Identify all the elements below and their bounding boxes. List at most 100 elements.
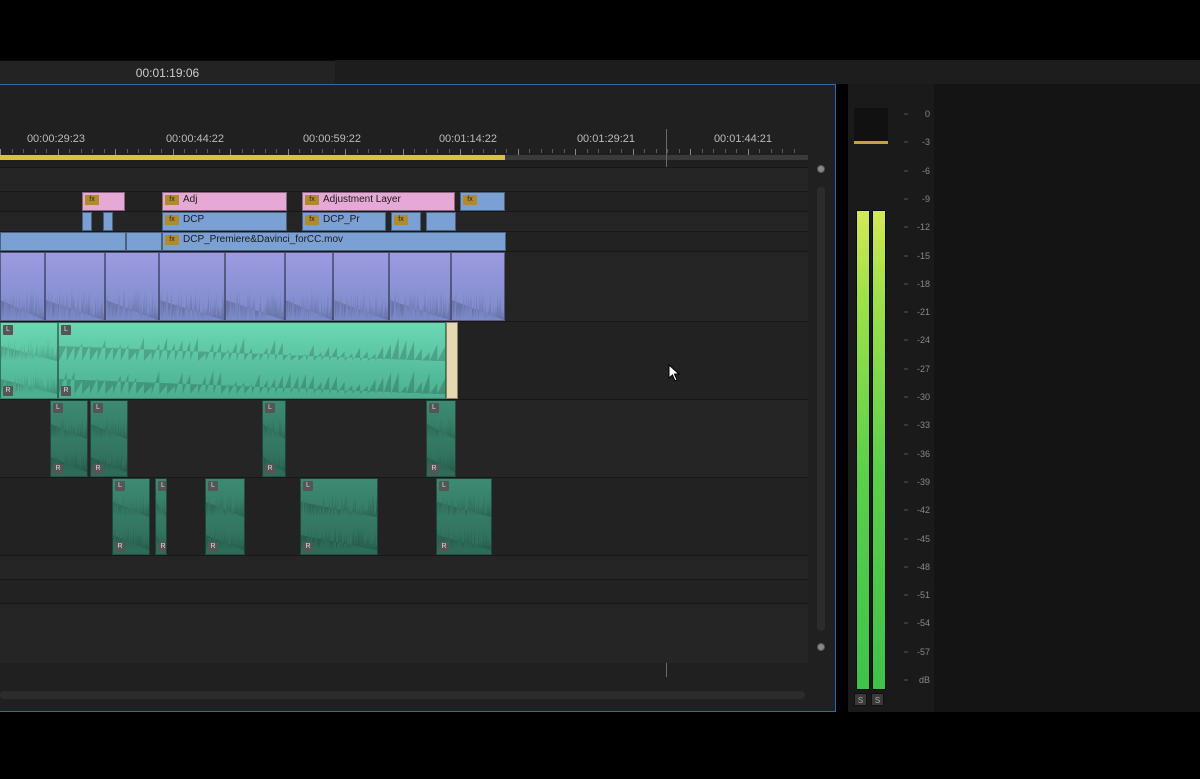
- video-clip[interactable]: [82, 212, 92, 231]
- meter-scale-label: -21: [917, 307, 930, 317]
- meter-scale-label: 0: [925, 109, 930, 119]
- audio-clip[interactable]: [333, 252, 389, 321]
- ruler-timecode: 00:01:44:21: [714, 133, 772, 145]
- track-a1[interactable]: [0, 251, 808, 321]
- track-a5[interactable]: [0, 555, 808, 579]
- track-empty[interactable]: [0, 603, 808, 663]
- channel-badge-right: R: [158, 542, 167, 552]
- channel-badge-left: L: [303, 481, 313, 491]
- audio-clip[interactable]: [105, 252, 159, 321]
- channel-badge-left: L: [3, 325, 13, 335]
- timeline-panel[interactable]: 00:00:29:2300:00:44:2200:00:59:2200:01:1…: [0, 84, 836, 712]
- work-area-bar[interactable]: [0, 155, 505, 160]
- meter-scale-label: -12: [917, 222, 930, 232]
- ruler-timecode: 00:01:29:21: [577, 133, 635, 145]
- channel-badge-left: L: [439, 481, 449, 491]
- channel-badge-right: R: [93, 464, 103, 474]
- audio-clip[interactable]: [0, 252, 45, 321]
- tracks-area[interactable]: fxfxAdjfxAdjustment Layerfx fxDCPfxDCP_P…: [0, 167, 808, 677]
- fx-badge-icon: fx: [305, 215, 319, 225]
- meter-scale-label: -6: [922, 166, 930, 176]
- track-v1[interactable]: fx DCP_Premiere&Davinci_forCC.mov: [0, 231, 808, 251]
- channel-badge-left: L: [265, 403, 275, 413]
- video-clip[interactable]: [126, 232, 162, 251]
- audio-clip[interactable]: LR: [155, 478, 167, 555]
- fx-badge-icon: fx: [165, 235, 179, 245]
- audio-clip[interactable]: LR: [205, 478, 245, 555]
- fx-badge-icon: fx: [394, 215, 408, 225]
- meter-scale-label: -3: [922, 137, 930, 147]
- channel-badge-left: L: [429, 403, 439, 413]
- clip-label: Adj: [183, 194, 197, 205]
- meter-scale-label: -42: [917, 505, 930, 515]
- video-clip[interactable]: fx: [391, 212, 421, 231]
- ruler-timecode: 00:00:44:22: [166, 133, 224, 145]
- audio-clip[interactable]: [159, 252, 225, 321]
- video-clip[interactable]: [0, 232, 126, 251]
- meter-scale-label: -15: [917, 251, 930, 261]
- audio-clip[interactable]: LR: [90, 400, 128, 477]
- scroll-track-v[interactable]: [817, 187, 825, 631]
- channel-badge-left: L: [61, 325, 71, 335]
- channel-badge-right: R: [439, 542, 449, 552]
- video-clip[interactable]: [426, 212, 456, 231]
- channel-badge-right: R: [208, 542, 218, 552]
- solo-button-left[interactable]: S: [854, 693, 867, 706]
- audio-clip[interactable]: [285, 252, 333, 321]
- audio-clip[interactable]: LR: [426, 400, 456, 477]
- clip-label: DCP_Pr: [323, 214, 360, 225]
- track-v3[interactable]: fxfxAdjfxAdjustment Layerfx: [0, 191, 808, 211]
- video-clip[interactable]: fx: [460, 192, 505, 211]
- vertical-scrollbar[interactable]: [817, 167, 825, 651]
- audio-clip[interactable]: [451, 252, 505, 321]
- solo-button-right[interactable]: S: [871, 693, 884, 706]
- video-clip[interactable]: fxAdjustment Layer: [302, 192, 455, 211]
- audio-clip[interactable]: LR: [50, 400, 88, 477]
- channel-badge-right: R: [115, 542, 125, 552]
- audio-clip[interactable]: LR: [300, 478, 378, 555]
- audio-clip[interactable]: [446, 322, 458, 399]
- video-clip[interactable]: fx DCP_Premiere&Davinci_forCC.mov: [162, 232, 506, 251]
- channel-badge-left: L: [158, 481, 167, 491]
- meter-scale-label: -9: [922, 194, 930, 204]
- meter-peak-indicator: [854, 141, 888, 144]
- track-a3[interactable]: LRLRLRLR: [0, 399, 808, 477]
- track-v2[interactable]: fxDCPfxDCP_Prfx: [0, 211, 808, 231]
- audio-clip[interactable]: LR: [436, 478, 492, 555]
- video-clip[interactable]: fx: [82, 192, 125, 211]
- meter-scale-label: -30: [917, 392, 930, 402]
- scroll-track-h[interactable]: [0, 691, 805, 699]
- video-clip[interactable]: fx Adj: [162, 192, 287, 211]
- meter-scale-label: -57: [917, 647, 930, 657]
- fx-badge-icon: fx: [165, 195, 179, 205]
- audio-clip[interactable]: [389, 252, 451, 321]
- track-v4[interactable]: [0, 167, 808, 191]
- audio-clip[interactable]: LR: [58, 322, 446, 399]
- audio-clip[interactable]: [225, 252, 285, 321]
- audio-meters-panel: 0-3-6-9-12-15-18-21-24-27-30-33-36-39-42…: [848, 84, 934, 712]
- audio-clip[interactable]: LR: [112, 478, 150, 555]
- fx-badge-icon: fx: [165, 215, 179, 225]
- channel-badge-left: L: [93, 403, 103, 413]
- ruler-timecode: 00:00:59:22: [303, 133, 361, 145]
- clip-label: DCP_Premiere&Davinci_forCC.mov: [183, 234, 343, 245]
- video-clip[interactable]: [103, 212, 113, 231]
- horizontal-scrollbar[interactable]: [0, 691, 805, 699]
- video-clip[interactable]: fxDCP: [162, 212, 287, 231]
- fx-badge-icon: fx: [85, 195, 99, 205]
- fx-badge-icon: fx: [463, 195, 477, 205]
- fx-badge-icon: fx: [305, 195, 319, 205]
- audio-clip[interactable]: LR: [262, 400, 286, 477]
- audio-clip[interactable]: LR: [0, 322, 58, 399]
- top-strip: [335, 60, 935, 84]
- video-clip[interactable]: fx DCP_Pr: [302, 212, 386, 231]
- channel-badge-left: L: [208, 481, 218, 491]
- meter-scale-label: -54: [917, 618, 930, 628]
- audio-clip[interactable]: [45, 252, 105, 321]
- track-a6[interactable]: [0, 579, 808, 603]
- ruler-timecode: 00:01:14:22: [439, 133, 497, 145]
- track-a4[interactable]: LRLRLRLRLR: [0, 477, 808, 555]
- time-ruler[interactable]: 00:00:29:2300:00:44:2200:00:59:2200:01:1…: [0, 129, 808, 155]
- track-a2[interactable]: LRLR: [0, 321, 808, 399]
- meter-scale-label: -33: [917, 420, 930, 430]
